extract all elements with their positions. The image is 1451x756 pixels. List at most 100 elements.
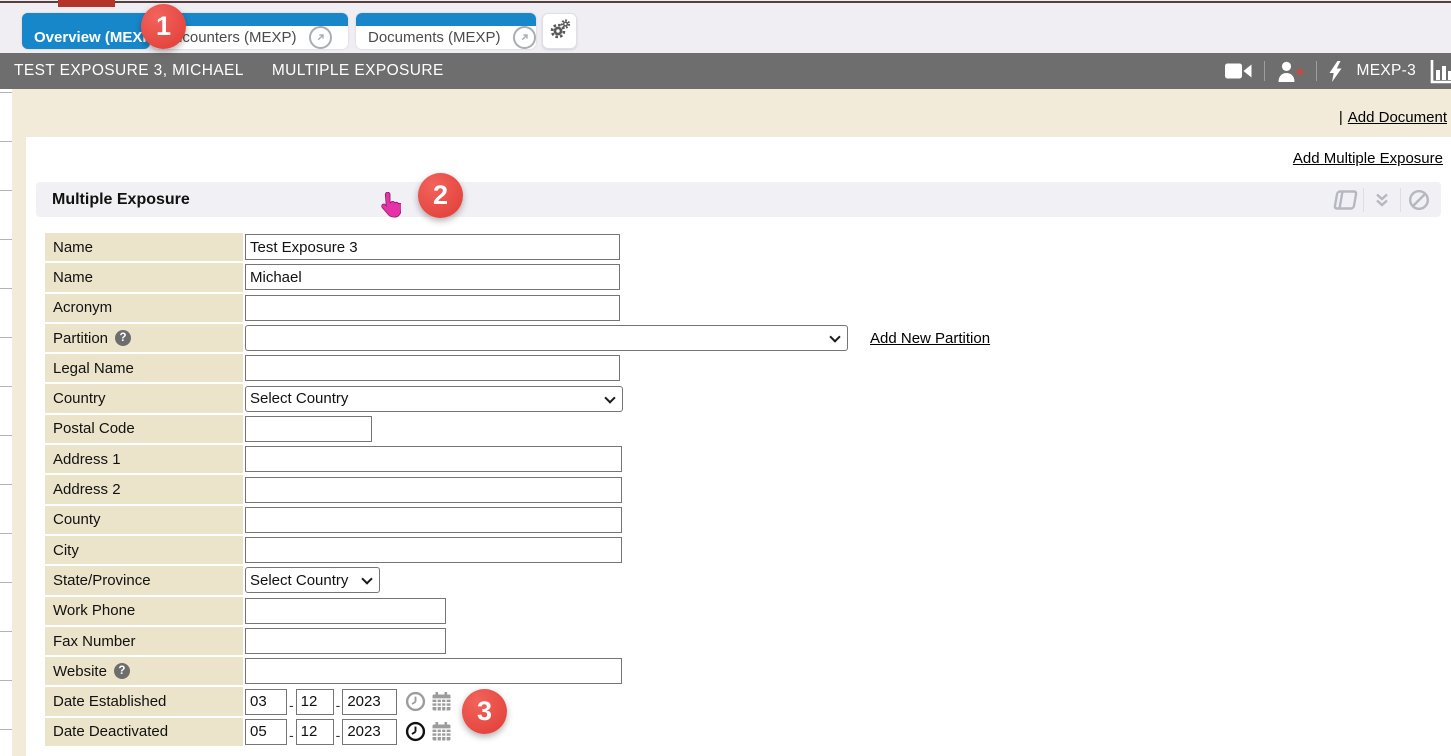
form-rows: NameName AcronymPartition? Add New Partiti…	[45, 233, 990, 746]
form-row: County	[45, 506, 990, 534]
open-in-popup-icon[interactable]	[513, 26, 536, 49]
section-title: Multiple Exposure	[52, 191, 190, 209]
input-address-2[interactable]	[245, 477, 622, 503]
input-work-phone[interactable]	[245, 598, 446, 624]
input-county[interactable]	[245, 507, 622, 533]
annotation-badge-3: 3	[462, 689, 507, 734]
open-in-popup-icon[interactable]	[309, 26, 332, 49]
tab-bar: Overview (MEXP) Encounters (MEXP) Docume…	[0, 8, 1451, 53]
input-date-deactivated-part2[interactable]	[296, 719, 334, 745]
field-area	[245, 627, 446, 655]
form-row: CountrySelect Country	[45, 384, 990, 412]
date-separator: -	[289, 727, 294, 743]
date-separator: -	[336, 727, 341, 743]
date-separator: -	[289, 697, 294, 713]
field-area: --	[245, 718, 452, 746]
record-name: TEST EXPOSURE 3, MICHAEL	[14, 62, 244, 80]
calendar-icon[interactable]	[431, 721, 452, 742]
tab-documents[interactable]: Documents (MEXP)	[356, 13, 536, 49]
link-separator: |	[1339, 109, 1343, 126]
field-area	[245, 233, 620, 261]
tab-settings-button[interactable]	[542, 13, 577, 49]
form-row: Date Deactivated--	[45, 718, 990, 746]
tab-overview-label: Overview (MEXP)	[30, 29, 150, 46]
annotation-badge-1: 1	[141, 4, 186, 49]
collapse-chevrons-icon[interactable]	[1363, 188, 1400, 212]
input-fax-number[interactable]	[245, 628, 446, 654]
field-area	[245, 445, 622, 473]
form-row: Fax Number	[45, 627, 990, 655]
input-website[interactable]	[245, 658, 622, 684]
field-label-city: City	[45, 536, 243, 564]
field-label-legal-name: Legal Name	[45, 354, 243, 382]
field-label-state-province: State/Province	[45, 566, 243, 594]
journal-book-icon[interactable]	[1326, 188, 1363, 212]
field-area: Select Country	[245, 566, 380, 594]
multiple-exposure-form: NameName AcronymPartition? Add New Partiti…	[45, 233, 990, 748]
form-row: Address 1	[45, 445, 990, 473]
help-icon[interactable]: ?	[115, 330, 131, 346]
form-row: Address 2	[45, 475, 990, 503]
add-multiple-exposure-link[interactable]: Add Multiple Exposure	[1293, 150, 1443, 167]
form-row: Work Phone	[45, 597, 990, 625]
disable-ban-icon[interactable]	[1400, 188, 1437, 212]
add-document-area: | Add Document	[1339, 109, 1447, 126]
section-header: Multiple Exposure	[36, 182, 1441, 217]
input-date-established-part1[interactable]	[245, 689, 287, 715]
input-date-established-part3[interactable]	[342, 689, 397, 715]
date-separator: -	[336, 697, 341, 713]
video-camera-icon[interactable]	[1225, 62, 1252, 80]
input-date-deactivated-part3[interactable]	[342, 719, 397, 745]
input-city[interactable]	[245, 537, 622, 563]
field-area	[245, 536, 622, 564]
select-country[interactable]: Select Country	[245, 386, 623, 412]
browser-edge-artifact	[0, 0, 1451, 8]
calendar-icon[interactable]	[431, 691, 452, 712]
form-row: Date Established--	[45, 687, 990, 715]
field-area	[245, 506, 622, 534]
input-legal-name[interactable]	[245, 355, 620, 381]
record-title-bar: TEST EXPOSURE 3, MICHAEL MULTIPLE EXPOSU…	[0, 53, 1451, 89]
input-name[interactable]	[245, 264, 620, 290]
clock-icon[interactable]	[405, 721, 426, 742]
field-label-fax-number: Fax Number	[45, 627, 243, 655]
select-state-province[interactable]: Select Country	[245, 567, 380, 593]
lightning-bolt-icon[interactable]	[1329, 61, 1342, 82]
form-row: City	[45, 536, 990, 564]
divider	[1316, 61, 1317, 81]
person-add-icon[interactable]	[1277, 61, 1304, 82]
field-area	[245, 294, 620, 322]
field-label-date-deactivated: Date Deactivated	[45, 718, 243, 746]
record-type: MULTIPLE EXPOSURE	[272, 62, 444, 80]
record-code: MEXP-3	[1356, 62, 1416, 80]
form-row: State/ProvinceSelect Country	[45, 566, 990, 594]
field-label-county: County	[45, 506, 243, 534]
tab-documents-label: Documents (MEXP)	[364, 29, 505, 46]
input-acronym[interactable]	[245, 295, 620, 321]
input-postal-code[interactable]	[245, 416, 372, 442]
field-label-partition: Partition?	[45, 324, 243, 352]
bar-chart-icon[interactable]	[1430, 59, 1451, 84]
tab-overview[interactable]: Overview (MEXP)	[22, 13, 150, 49]
left-grid-edge	[0, 89, 12, 756]
field-label-name: Name	[45, 233, 243, 261]
form-row: Acronym	[45, 294, 990, 322]
help-icon[interactable]: ?	[114, 663, 130, 679]
add-document-link[interactable]: Add Document	[1348, 109, 1447, 126]
clock-icon[interactable]	[405, 691, 426, 712]
input-date-established-part2[interactable]	[296, 689, 334, 715]
field-label-address-1: Address 1	[45, 445, 243, 473]
field-label-website: Website?	[45, 657, 243, 685]
divider	[1264, 61, 1265, 81]
input-address-1[interactable]	[245, 446, 622, 472]
input-date-deactivated-part1[interactable]	[245, 719, 287, 745]
field-area	[245, 354, 620, 382]
field-label-postal-code: Postal Code	[45, 415, 243, 443]
form-row: Name	[45, 263, 990, 291]
form-row: Legal Name	[45, 354, 990, 382]
select-partition[interactable]	[245, 325, 848, 351]
browser-tab-fragment	[58, 0, 115, 7]
input-name[interactable]	[245, 234, 620, 260]
field-label-name: Name	[45, 263, 243, 291]
add-new-partition-link[interactable]: Add New Partition	[870, 330, 990, 347]
